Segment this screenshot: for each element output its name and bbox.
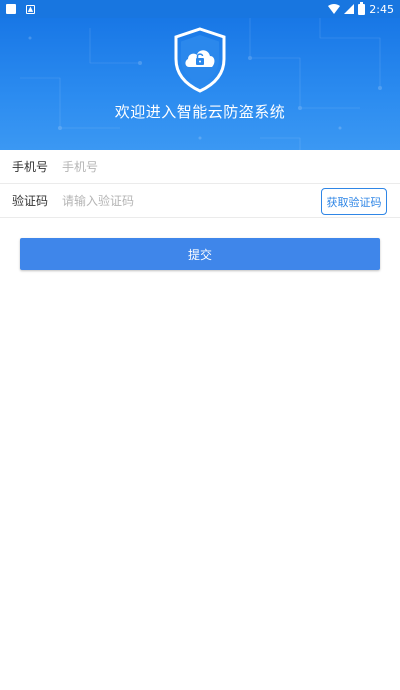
photo-notification-icon: ▲ — [26, 4, 35, 14]
code-row: 验证码 获取验证码 — [0, 184, 400, 218]
login-form: 手机号 验证码 获取验证码 — [0, 150, 400, 218]
header-banner: 欢迎进入智能云防盗系统 — [0, 18, 400, 150]
status-time: 2:45 — [369, 2, 394, 16]
shield-cloud-lock-icon — [174, 27, 226, 93]
battery-icon — [358, 1, 366, 15]
phone-row: 手机号 — [0, 150, 400, 184]
get-code-button[interactable]: 获取验证码 — [321, 188, 387, 215]
wifi-icon — [328, 4, 341, 14]
signal-icon — [344, 4, 355, 14]
verification-code-input[interactable] — [62, 188, 262, 213]
submit-button[interactable]: 提交 — [20, 238, 380, 270]
app-title: 欢迎进入智能云防盗系统 — [114, 103, 286, 121]
code-label: 验证码 — [12, 194, 49, 208]
square-notification-icon — [6, 4, 16, 14]
phone-input[interactable] — [62, 154, 262, 179]
phone-label: 手机号 — [12, 160, 49, 174]
app-screen: ▲ 2:45 欢迎进入智能云防盗系统 手机号 手机号 验证码 请输入验证码 获取… — [0, 0, 400, 690]
status-bar: ▲ 2:45 — [0, 0, 400, 18]
